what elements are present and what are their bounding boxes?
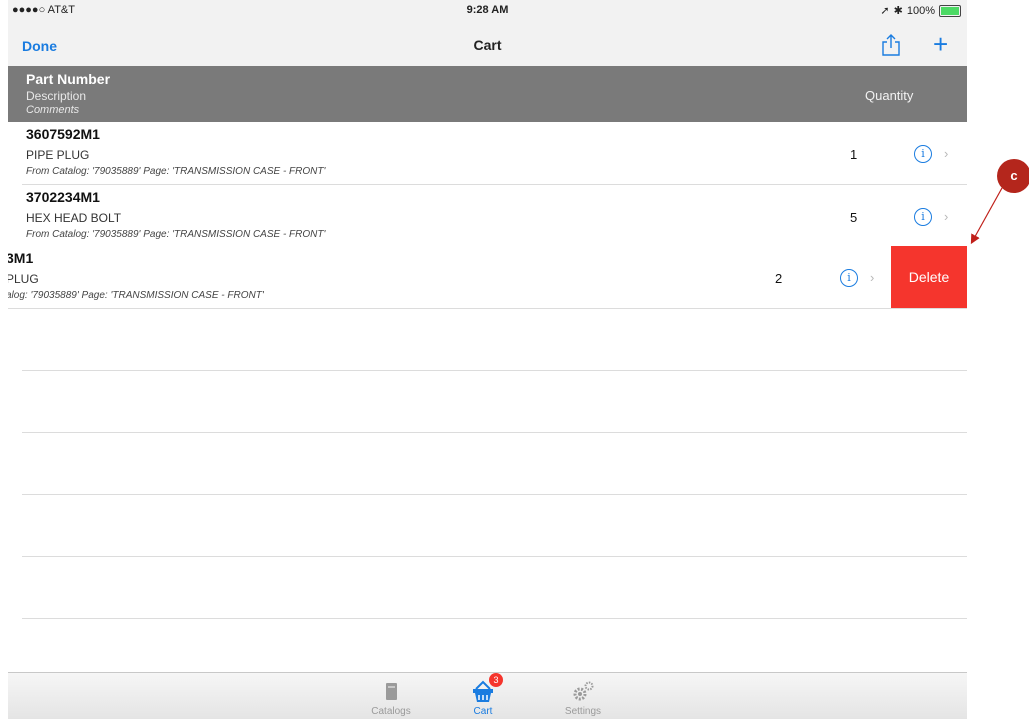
part-comment: alog: '79035889' Page: 'TRANSMISSION CAS… xyxy=(8,290,264,301)
battery-icon xyxy=(939,4,961,17)
page-title: Cart xyxy=(473,37,502,53)
info-icon[interactable]: i xyxy=(840,269,858,287)
location-icon: ➚ xyxy=(880,5,890,17)
header-comments: Comments xyxy=(26,104,80,116)
header-quantity: Quantity xyxy=(865,88,914,103)
quantity-value: 2 xyxy=(775,271,783,286)
cart-row[interactable]: 3607592M1 PIPE PLUG From Catalog: '79035… xyxy=(8,122,967,184)
add-icon[interactable]: + xyxy=(933,29,948,59)
battery-percent: 100% xyxy=(906,4,935,17)
header-part-number: Part Number xyxy=(26,71,111,87)
part-number: 3702234M1 xyxy=(26,189,100,205)
quantity-value: 5 xyxy=(850,210,858,225)
header-description: Description xyxy=(26,89,87,103)
cart-row[interactable]: 3702234M1 HEX HEAD BOLT From Catalog: '7… xyxy=(8,185,967,247)
tab-catalogs[interactable]: Catalogs xyxy=(356,677,426,717)
table-header: Part Number Description Comments Quantit… xyxy=(8,66,967,122)
part-comment: From Catalog: '79035889' Page: 'TRANSMIS… xyxy=(26,166,326,177)
gears-icon xyxy=(573,681,594,701)
status-bar: ●●●●○ AT&T 9:28 AM ➚ ✱ 100% xyxy=(8,0,967,22)
part-comment: From Catalog: '79035889' Page: 'TRANSMIS… xyxy=(26,229,326,240)
status-time: 9:28 AM xyxy=(466,4,509,16)
part-number: 3M1 xyxy=(8,250,34,266)
part-description: HEX HEAD BOLT xyxy=(26,211,122,225)
part-description: PLUG xyxy=(8,272,39,286)
status-right: ➚ ✱ 100% xyxy=(880,4,961,17)
annotation-callout: c xyxy=(997,159,1029,193)
ipad-screen: ●●●●○ AT&T 9:28 AM ➚ ✱ 100% Done Cart + … xyxy=(8,0,967,719)
chevron-right-icon: › xyxy=(944,146,949,161)
row-divider xyxy=(8,308,967,309)
row-divider xyxy=(22,618,967,619)
tab-bar: Catalogs 3 Cart Settings xyxy=(8,672,967,719)
row-divider xyxy=(22,370,967,371)
info-icon[interactable]: i xyxy=(914,145,932,163)
bluetooth-icon: ✱ xyxy=(893,5,903,17)
share-icon[interactable] xyxy=(880,33,902,57)
info-icon[interactable]: i xyxy=(914,208,932,226)
tab-cart[interactable]: 3 Cart xyxy=(448,673,518,717)
book-icon xyxy=(386,683,397,700)
row-divider xyxy=(22,494,967,495)
chevron-right-icon: › xyxy=(870,270,875,285)
done-button[interactable]: Done xyxy=(22,38,57,54)
quantity-value: 1 xyxy=(850,147,858,162)
delete-button[interactable]: Delete xyxy=(891,246,967,308)
chevron-right-icon: › xyxy=(944,209,949,224)
part-description: PIPE PLUG xyxy=(26,148,90,162)
cart-badge: 3 xyxy=(489,673,503,687)
tab-settings[interactable]: Settings xyxy=(548,677,618,717)
tab-label: Catalogs xyxy=(371,706,411,717)
cart-row-swiped[interactable]: 3M1 PLUG alog: '79035889' Page: 'TRANSMI… xyxy=(8,246,891,308)
row-divider xyxy=(22,432,967,433)
row-divider xyxy=(22,556,967,557)
tab-label: Settings xyxy=(564,706,602,717)
navigation-bar: Done Cart + xyxy=(8,22,967,67)
tab-label: Cart xyxy=(473,706,493,717)
part-number: 3607592M1 xyxy=(26,126,100,142)
